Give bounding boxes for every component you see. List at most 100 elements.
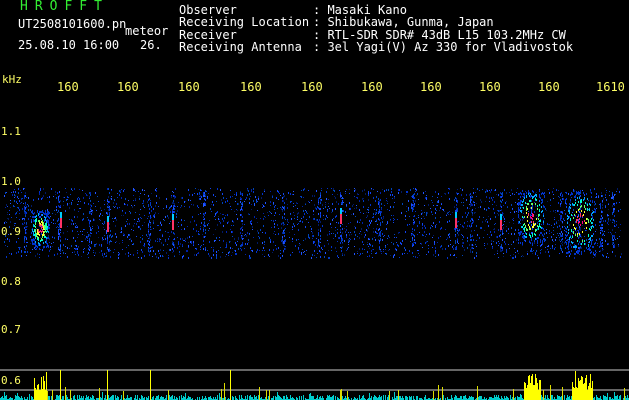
noise-pixel [387, 238, 388, 239]
noise-pixel [199, 198, 200, 199]
noise-pixel [181, 224, 182, 226]
level-bar [185, 393, 186, 400]
noise-pixel [142, 225, 143, 226]
noise-pixel [16, 217, 17, 218]
noise-pixel [355, 234, 356, 236]
noise-pixel [374, 209, 375, 210]
noise-pixel [577, 208, 578, 209]
streak-pixel [579, 226, 580, 228]
noise-pixel [418, 199, 419, 200]
noise-pixel [569, 208, 570, 210]
noise-pixel [132, 244, 133, 245]
noise-pixel [548, 251, 549, 253]
noise-pixel [620, 256, 621, 258]
echo-pixel [538, 226, 539, 228]
echo-pixel [48, 237, 49, 239]
echo-pixel [33, 232, 34, 234]
streak-pixel [240, 193, 241, 195]
echo-pixel [590, 239, 591, 241]
echo-pixel [42, 214, 43, 216]
level-bar [137, 395, 138, 400]
echo-pixel [523, 224, 524, 226]
echo-pixel [536, 229, 537, 231]
noise-pixel [305, 210, 306, 211]
level-bar [127, 395, 128, 400]
echo-pixel [48, 211, 49, 213]
streak-pixel [602, 211, 603, 213]
streak-pixel [283, 242, 284, 244]
noise-pixel [50, 216, 51, 217]
streak-pixel [413, 242, 414, 244]
streak-pixel [59, 233, 60, 235]
streak-pixel [240, 209, 241, 211]
noise-pixel [611, 197, 612, 199]
noise-pixel [75, 240, 76, 242]
streak-pixel [173, 207, 174, 209]
streak-pixel [456, 198, 457, 200]
noise-pixel [503, 256, 504, 257]
noise-pixel [110, 235, 111, 236]
echo-pixel [543, 228, 544, 230]
noise-pixel [172, 191, 173, 192]
noise-pixel [166, 198, 167, 200]
noise-pixel [30, 209, 31, 211]
noise-pixel [109, 223, 110, 225]
echo-pixel [518, 209, 519, 211]
noise-pixel [331, 246, 332, 248]
streak-pixel [284, 208, 285, 210]
noise-pixel [198, 233, 199, 235]
noise-pixel [287, 224, 288, 225]
noise-pixel [562, 226, 563, 228]
level-bar [394, 392, 395, 400]
noise-pixel [251, 209, 252, 210]
echo-pixel [524, 195, 525, 197]
noise-pixel [368, 194, 369, 196]
noise-pixel [130, 254, 131, 255]
echo-pixel [576, 246, 577, 248]
echo-pixel [42, 222, 43, 224]
noise-pixel [220, 222, 221, 224]
streak-pixel [471, 218, 472, 220]
echo-pixel [521, 200, 522, 202]
noise-pixel [165, 216, 166, 218]
noise-pixel [408, 207, 409, 209]
noise-pixel [343, 202, 344, 203]
noise-pixel [608, 204, 609, 205]
echo-pixel [33, 243, 34, 245]
streak-pixel [413, 234, 414, 236]
noise-pixel [300, 244, 301, 245]
noise-pixel [363, 244, 364, 245]
noise-pixel [489, 208, 490, 209]
noise-pixel [341, 204, 342, 205]
noise-pixel [473, 192, 474, 194]
noise-pixel [534, 202, 535, 203]
streak-pixel [148, 204, 149, 206]
noise-pixel [23, 224, 24, 225]
noise-pixel [594, 188, 595, 190]
echo-pixel [48, 216, 49, 218]
noise-pixel [368, 239, 369, 240]
noise-pixel [215, 215, 216, 216]
noise-pixel [181, 229, 182, 230]
noise-pixel [507, 207, 508, 208]
echo-pixel [580, 224, 581, 226]
echo-pixel [588, 219, 589, 221]
echo-pixel [535, 198, 536, 200]
echo-pixel [544, 238, 545, 240]
noise-pixel [319, 250, 320, 252]
streak-pixel [150, 215, 151, 217]
streak-pixel [148, 195, 149, 197]
noise-pixel [562, 223, 563, 224]
echo-pixel [574, 253, 575, 255]
level-bar [604, 396, 605, 400]
streak-pixel [562, 238, 563, 240]
noise-pixel [277, 224, 278, 226]
noise-pixel [75, 223, 76, 224]
noise-pixel [139, 196, 140, 197]
noise-pixel [430, 227, 431, 229]
noise-pixel [404, 247, 405, 249]
streak-pixel [241, 220, 242, 222]
level-bar [5, 396, 6, 400]
noise-pixel [264, 191, 265, 192]
streak-pixel [107, 237, 108, 239]
